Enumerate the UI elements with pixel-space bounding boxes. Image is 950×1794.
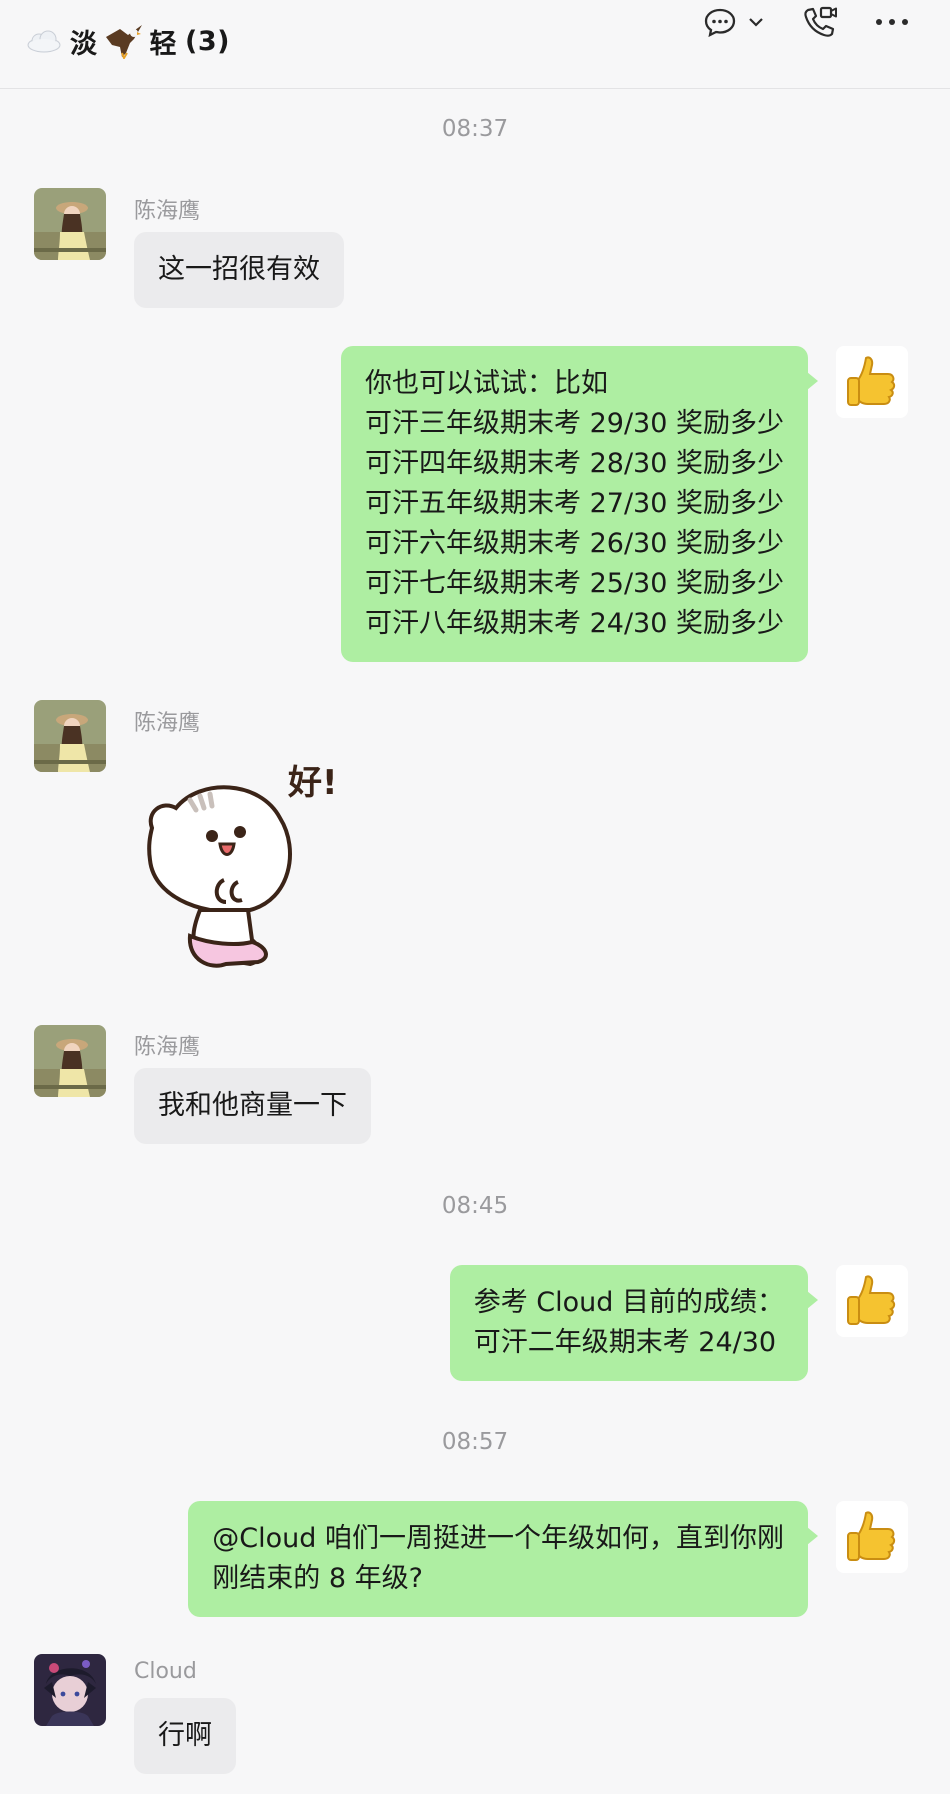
chat-title-name-b: 轻 — [149, 28, 177, 60]
message-bubble-outgoing[interactable]: @Cloud 咱们一周挺进一个年级如何，直到你刚 刚结束的 8 年级? — [188, 1501, 818, 1617]
chat-title-name-a: 淡 — [70, 28, 98, 60]
my-avatar[interactable] — [836, 1501, 908, 1573]
my-avatar[interactable] — [836, 1265, 908, 1337]
chat-header: 淡 轻 (3) — [0, 0, 950, 89]
more-icon — [876, 19, 908, 25]
more-button[interactable] — [875, 0, 909, 44]
message-text: @Cloud 咱们一周挺进一个年级如何，直到你刚 — [212, 1523, 784, 1554]
video-call-icon — [804, 6, 837, 37]
avatar[interactable] — [34, 1025, 106, 1097]
message-text: 刚结束的 8 年级? — [212, 1563, 423, 1594]
sender-name: 陈海鹰 — [134, 711, 201, 736]
message-bubble-incoming[interactable]: 这一招很有效 — [134, 232, 344, 308]
message-text: 这一招很有效 — [158, 254, 320, 285]
sender-name: Cloud — [134, 1659, 197, 1684]
sender-name: 陈海鹰 — [134, 199, 201, 224]
chat-title[interactable]: 淡 轻 (3) — [26, 22, 230, 60]
message-bubble-incoming[interactable]: 行啊 — [134, 1698, 236, 1774]
chevron-down-icon — [749, 18, 763, 27]
message-bubble-outgoing[interactable]: 参考 Cloud 目前的成绩： 可汗二年级期末考 24/30 — [449, 1265, 819, 1381]
message-text: 可汗七年级期末考 25/30 奖励多少 — [365, 568, 784, 599]
message-bubble-incoming[interactable]: 我和他商量一下 — [134, 1068, 371, 1144]
eagle-emoji-icon — [105, 25, 142, 59]
avatar[interactable] — [34, 1654, 106, 1726]
message-text: 可汗二年级期末考 24/30 — [473, 1327, 777, 1358]
call-button[interactable] — [802, 0, 838, 44]
member-count: (3) — [185, 25, 230, 57]
cat-sticker-icon: 好! — [147, 763, 338, 968]
message-text: 你也可以试试：比如 — [365, 368, 609, 399]
chat-options-button[interactable] — [704, 0, 764, 44]
timestamp: 08:45 — [441, 1193, 509, 1219]
my-avatar[interactable] — [836, 346, 908, 418]
cloud-emoji-icon — [27, 30, 61, 53]
message-bubble-outgoing[interactable]: 你也可以试试：比如 可汗三年级期末考 29/30 奖励多少 可汗四年级期末考 2… — [341, 346, 818, 662]
message-text: 可汗四年级期末考 28/30 奖励多少 — [365, 448, 784, 479]
message-text: 可汗六年级期末考 26/30 奖励多少 — [365, 528, 784, 559]
message-text: 行啊 — [158, 1720, 212, 1751]
message-text: 参考 Cloud 目前的成绩： — [473, 1287, 784, 1318]
timestamp: 08:37 — [441, 116, 509, 142]
message-text: 我和他商量一下 — [158, 1090, 347, 1121]
sticker-text: 好! — [287, 763, 338, 803]
sticker-image[interactable]: 好! — [140, 760, 380, 980]
message-text: 可汗三年级期末考 29/30 奖励多少 — [365, 408, 784, 439]
avatar[interactable] — [34, 188, 106, 260]
timestamp: 08:57 — [441, 1429, 509, 1455]
sender-name: 陈海鹰 — [134, 1035, 201, 1060]
message-text: 可汗八年级期末考 24/30 奖励多少 — [365, 608, 784, 639]
message-text: 可汗五年级期末考 27/30 奖励多少 — [365, 488, 784, 519]
avatar[interactable] — [34, 700, 106, 772]
chat-bubble-icon — [704, 8, 736, 37]
